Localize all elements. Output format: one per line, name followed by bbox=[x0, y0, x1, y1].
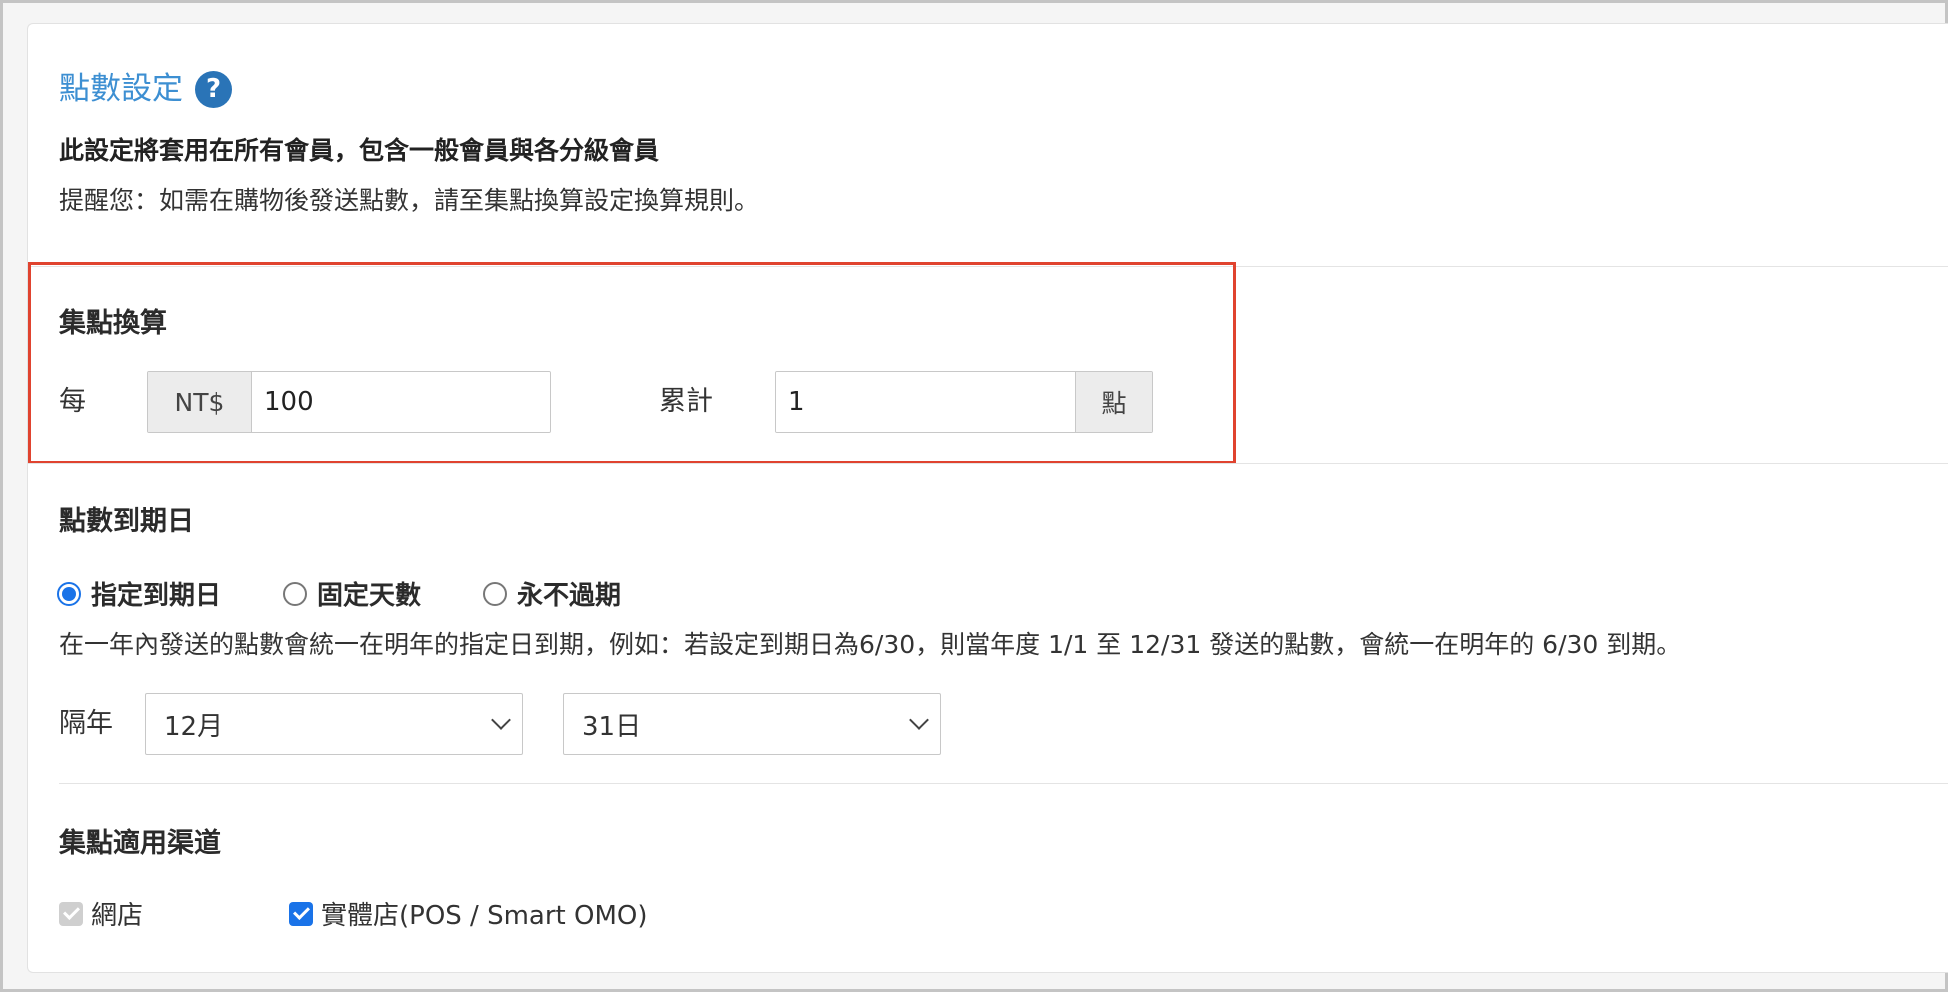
day-select[interactable]: 31日 bbox=[563, 693, 941, 755]
page-title-text: 點數設定 bbox=[59, 71, 183, 107]
chevron-down-icon bbox=[491, 710, 511, 730]
month-select[interactable]: 12月 bbox=[145, 693, 523, 755]
points-input[interactable] bbox=[776, 372, 1076, 432]
settings-scope-note: 此設定將套用在所有會員，包含一般會員與各分級會員 bbox=[59, 136, 660, 165]
month-select-value: 12月 bbox=[164, 711, 224, 742]
accumulate-label: 累計 bbox=[659, 386, 713, 417]
currency-addon: NT$ bbox=[148, 372, 252, 432]
radio-fixed-date-label: 指定到期日 bbox=[91, 581, 222, 611]
divider bbox=[59, 783, 1948, 784]
radio-fixed-days-label: 固定天數 bbox=[317, 581, 422, 611]
day-select-value: 31日 bbox=[582, 711, 642, 742]
chevron-down-icon bbox=[909, 710, 929, 730]
channels-section-title: 集點適用渠道 bbox=[59, 828, 221, 859]
radio-never-expire-control[interactable] bbox=[483, 581, 508, 606]
every-label: 每 bbox=[59, 386, 86, 417]
online-store-checkbox bbox=[59, 901, 83, 926]
points-input-group: 點 bbox=[775, 371, 1153, 433]
next-year-label: 隔年 bbox=[59, 708, 113, 739]
amount-input-group: NT$ bbox=[147, 371, 551, 433]
page-title: 點數設定 ? bbox=[59, 69, 232, 109]
points-addon: 點 bbox=[1076, 372, 1152, 432]
online-store-label: 網店 bbox=[91, 901, 144, 931]
radio-fixed-date-control[interactable] bbox=[57, 581, 81, 606]
radio-fixed-date[interactable]: 指定到期日 bbox=[57, 575, 221, 612]
reminder-note: 提醒您：如需在購物後發送點數，請至集點換算設定換算規則。 bbox=[59, 186, 760, 215]
physical-store-checkbox[interactable] bbox=[289, 901, 313, 926]
physical-store-option[interactable]: 實體店(POS / Smart OMO) bbox=[289, 895, 648, 932]
expiry-options: 指定到期日 固定天數 永不過期 bbox=[57, 575, 683, 612]
online-store-option: 網店 bbox=[59, 895, 143, 932]
window-frame: 點數設定 ? 此設定將套用在所有會員，包含一般會員與各分級會員 提醒您：如需在購… bbox=[0, 0, 1948, 992]
radio-fixed-days[interactable]: 固定天數 bbox=[283, 575, 421, 612]
question-circle-icon[interactable]: ? bbox=[195, 70, 232, 108]
amount-input[interactable] bbox=[252, 372, 550, 432]
expiry-note: 在一年內發送的點數會統一在明年的指定日到期，例如：若設定到期日為6/30，則當年… bbox=[59, 630, 1682, 659]
radio-fixed-days-control[interactable] bbox=[283, 581, 308, 606]
divider bbox=[28, 266, 1948, 267]
physical-store-label: 實體店(POS / Smart OMO) bbox=[321, 901, 648, 931]
expiry-section-title: 點數到期日 bbox=[59, 506, 194, 537]
radio-never-expire[interactable]: 永不過期 bbox=[483, 575, 621, 612]
divider bbox=[28, 463, 1948, 464]
radio-never-expire-label: 永不過期 bbox=[517, 581, 622, 611]
conversion-section-title: 集點換算 bbox=[59, 308, 167, 339]
